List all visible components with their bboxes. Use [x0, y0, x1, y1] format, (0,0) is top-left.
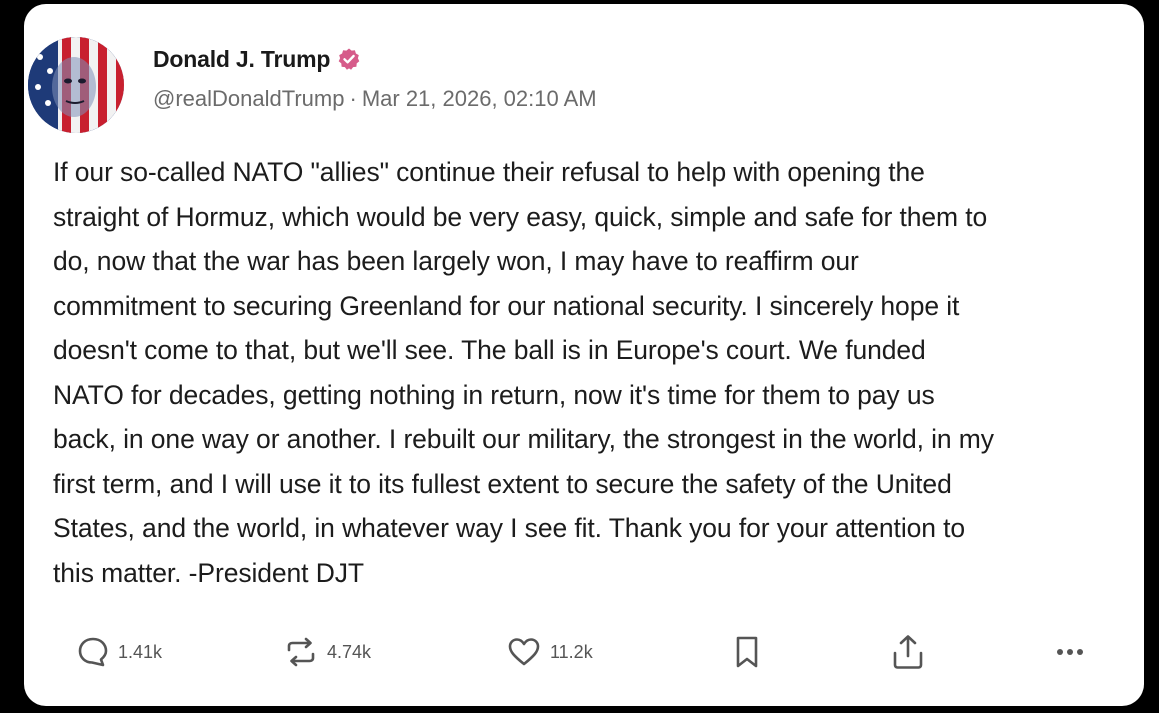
reply-icon [76, 635, 110, 669]
author-name-row: Donald J. Trump [153, 44, 361, 74]
author-display-name[interactable]: Donald J. Trump [153, 46, 330, 73]
post-card: Donald J. Trump @realDonaldTrump · Mar 21,… [24, 4, 1144, 706]
post-text-line: first term, and I will use it to its ful… [53, 468, 952, 499]
post-text-line: States, and the world, in whatever way I… [53, 513, 966, 543]
share-button[interactable] [890, 630, 926, 674]
post-timestamp[interactable]: Mar 21, 2026, 02:10 AM [362, 86, 597, 111]
action-bar: 1.41k 4.74k 11.2k [24, 630, 1144, 674]
post-text-line: If our so-called NATO "allies" continue … [53, 157, 925, 187]
post-text-line: straight of Hormuz, which would be very … [53, 201, 988, 232]
avatar[interactable] [28, 37, 124, 133]
like-count: 11.2k [550, 641, 593, 662]
post-text-line: NATO for decades, getting nothing in ret… [53, 379, 935, 410]
post-text-line: back, in one way or another. I rebuilt o… [53, 424, 994, 454]
meta-separator: · [349, 86, 357, 111]
post-text: If our so-called NATO "allies" continue … [53, 150, 1133, 595]
bookmark-icon [730, 634, 764, 670]
heart-icon [506, 634, 542, 670]
reply-button[interactable]: 1.41k [76, 630, 162, 674]
repost-button[interactable]: 4.74k [283, 630, 371, 674]
reply-count: 1.41k [118, 641, 163, 662]
post-text-line: commitment to securing Greenland for our… [53, 290, 960, 321]
post-text-line: do, now that the war has been largely wo… [53, 246, 859, 276]
like-button[interactable]: 11.2k [506, 630, 593, 674]
share-icon [890, 633, 926, 671]
more-icon [1052, 642, 1088, 662]
verified-badge-icon [337, 47, 361, 71]
repost-icon [283, 634, 319, 670]
author-handle[interactable]: @realDonaldTrump [153, 86, 344, 111]
bookmark-button[interactable] [730, 630, 764, 674]
post-meta: @realDonaldTrump · Mar 21, 2026, 02:10 AM [153, 86, 597, 112]
post-text-line: doesn't come to that, but we'll see. The… [53, 335, 926, 365]
more-button[interactable] [1052, 630, 1088, 674]
repost-count: 4.74k [327, 641, 372, 662]
post-text-line: this matter. -President DJT [53, 557, 364, 588]
